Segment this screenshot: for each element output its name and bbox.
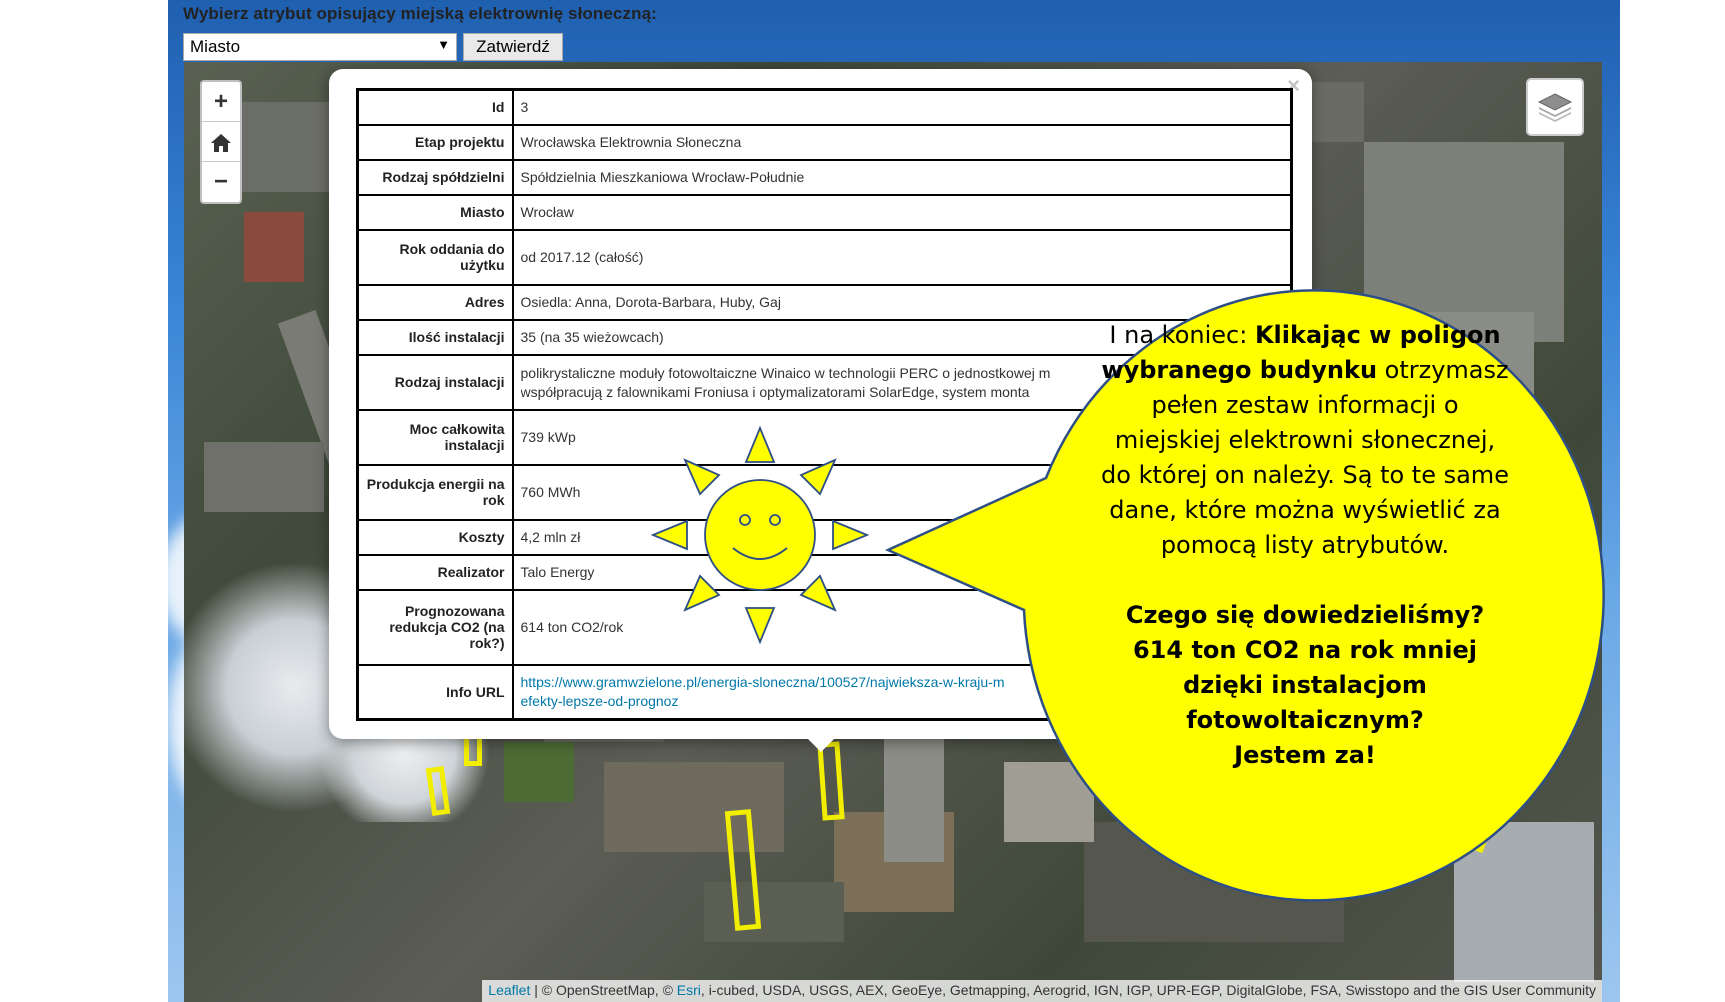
table-row: Etap projektu Wrocławska Elektrownia Sło… bbox=[356, 123, 1293, 161]
bubble-intro: I na koniec: bbox=[1109, 321, 1255, 349]
summary-line: 614 ton CO2 na rok mniej bbox=[1132, 636, 1478, 664]
attribute-key: Rodzaj spółdzielni bbox=[356, 158, 514, 196]
zoom-in-button[interactable]: + bbox=[202, 82, 240, 122]
info-url-link-continued[interactable]: efekty-lepsze-od-prognoz bbox=[521, 693, 679, 709]
submit-button[interactable]: Zatwierdź bbox=[463, 33, 563, 61]
attribution-text-providers: , i-cubed, USDA, USGS, AEX, GeoEye, Getm… bbox=[700, 982, 1596, 998]
table-row: Rok oddania do użytku od 2017.12 (całość… bbox=[356, 228, 1293, 286]
attribute-key: Realizator bbox=[356, 553, 514, 591]
zoom-control: + − bbox=[200, 80, 242, 204]
home-button[interactable] bbox=[202, 122, 240, 162]
attribute-selector-bar: Wybierz atrybut opisujący miejską elektr… bbox=[183, 4, 883, 61]
attribute-value: Spółdzielnia Mieszkaniowa Wrocław-Połudn… bbox=[511, 158, 1293, 196]
attribute-value: od 2017.12 (całość) bbox=[511, 228, 1293, 286]
summary-line: fotowoltaicznym? bbox=[1186, 706, 1424, 734]
info-url-link[interactable]: https://www.gramwzielone.pl/energia-slon… bbox=[521, 674, 1005, 690]
smiling-sun-icon bbox=[650, 425, 870, 645]
bubble-text: I na koniec: Klikając w poligon wybraneg… bbox=[1100, 318, 1510, 773]
summary-line: Jestem za! bbox=[1234, 741, 1376, 769]
table-row: Rodzaj spółdzielni Spółdzielnia Mieszkan… bbox=[356, 158, 1293, 196]
zoom-out-button[interactable]: − bbox=[202, 162, 240, 202]
summary-line: dzięki instalacjom bbox=[1183, 671, 1427, 699]
attribute-value: Wrocław bbox=[511, 193, 1293, 231]
attribute-value: Osiedla: Anna, Dorota-Barbara, Huby, Gaj bbox=[511, 283, 1293, 321]
attribute-key: Produkcja energii na rok bbox=[356, 463, 514, 521]
attribute-value: 3 bbox=[511, 88, 1293, 126]
attribute-key: Etap projektu bbox=[356, 123, 514, 161]
home-icon bbox=[211, 133, 231, 152]
summary-line: Czego się dowiedzieliśmy? bbox=[1125, 601, 1485, 629]
esri-link[interactable]: Esri bbox=[677, 982, 701, 998]
attribute-value: Wrocławska Elektrownia Słoneczna bbox=[511, 123, 1293, 161]
attribute-key: Id bbox=[356, 88, 514, 126]
attribute-dropdown[interactable]: Miasto ▼ bbox=[183, 33, 457, 61]
leaflet-link[interactable]: Leaflet bbox=[488, 982, 530, 998]
attribute-key: Info URL bbox=[356, 663, 514, 721]
attribute-key: Koszty bbox=[356, 518, 514, 556]
table-row: Id 3 bbox=[356, 88, 1293, 126]
map-attribution: Leaflet | © OpenStreetMap, © Esri, i-cub… bbox=[482, 980, 1602, 1002]
attribute-key: Prognozowana redukcja CO2 (na rok?) bbox=[356, 588, 514, 666]
attribute-key: Miasto bbox=[356, 193, 514, 231]
attribute-dropdown-value: Miasto bbox=[190, 37, 241, 56]
attribute-key: Ilość instalacji bbox=[356, 318, 514, 356]
attribute-key: Adres bbox=[356, 283, 514, 321]
table-row: Adres Osiedla: Anna, Dorota-Barbara, Hub… bbox=[356, 283, 1293, 321]
attribute-prompt: Wybierz atrybut opisujący miejską elektr… bbox=[183, 4, 657, 23]
attribute-key: Rok oddania do użytku bbox=[356, 228, 514, 286]
bubble-summary: Czego się dowiedzieliśmy? 614 ton CO2 na… bbox=[1100, 598, 1510, 773]
layers-icon bbox=[1537, 93, 1573, 122]
dropdown-arrow-icon: ▼ bbox=[437, 37, 450, 52]
attribute-key: Moc całkowita instalacji bbox=[356, 408, 514, 466]
screen: Wybierz atrybut opisujący miejską elektr… bbox=[0, 0, 1725, 1002]
popup-tip bbox=[804, 735, 838, 752]
bubble-intro-rest: otrzymasz pełen zestaw informacji o miej… bbox=[1101, 356, 1509, 559]
table-row: Miasto Wrocław bbox=[356, 193, 1293, 231]
attribute-key: Rodzaj instalacji bbox=[356, 353, 514, 411]
attribution-text: | © OpenStreetMap, © bbox=[530, 982, 677, 998]
layers-button[interactable] bbox=[1526, 78, 1584, 136]
